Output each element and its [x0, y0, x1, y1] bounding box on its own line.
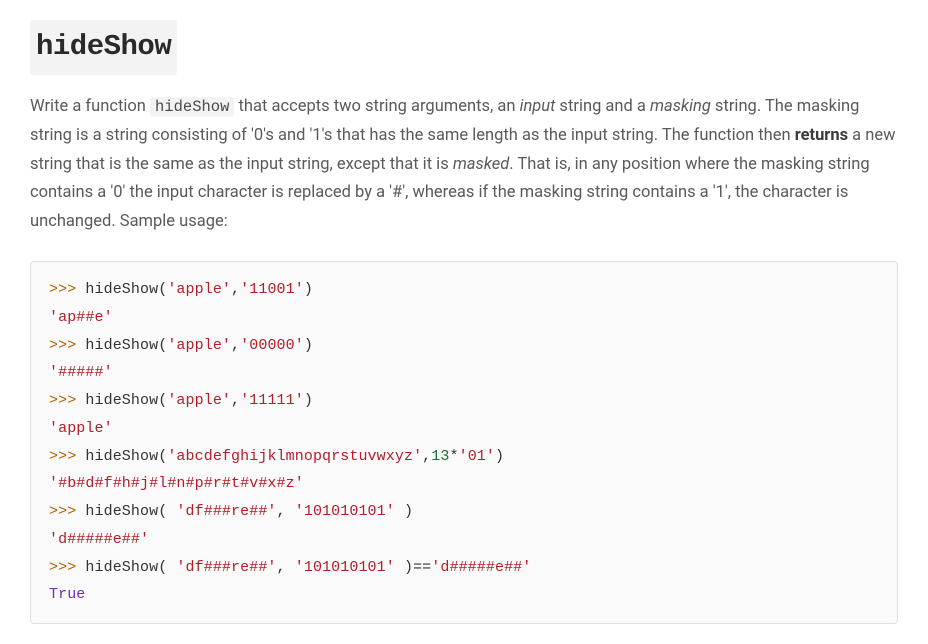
paren: ): [304, 281, 313, 298]
number-literal: 13: [431, 448, 449, 465]
repl-output: '#b#d#f#h#j#l#n#p#r#t#v#x#z': [49, 475, 304, 492]
repl-output: '#####': [49, 364, 113, 381]
strong-returns: returns: [795, 126, 848, 145]
paren: (: [158, 281, 167, 298]
em-masking: masking: [650, 97, 711, 116]
repl-prompt: >>>: [49, 559, 85, 576]
repl-prompt: >>>: [49, 281, 85, 298]
repl-output: 'apple': [49, 420, 113, 437]
repl-prompt: >>>: [49, 337, 85, 354]
string-literal: '11001': [240, 281, 304, 298]
operator: *: [449, 448, 458, 465]
bool-literal: True: [49, 586, 85, 603]
paren: ): [395, 503, 413, 520]
desc-text: that accepts two string arguments, an: [234, 97, 519, 116]
paren: ): [495, 448, 504, 465]
em-masked: masked: [453, 155, 509, 174]
em-input: input: [520, 97, 556, 116]
operator: ==: [413, 559, 431, 576]
repl-prompt: >>>: [49, 392, 85, 409]
string-literal: 'apple': [167, 392, 231, 409]
string-literal: 'apple': [167, 281, 231, 298]
repl-output: 'd#####e##': [49, 531, 149, 548]
string-literal: 'df###re##': [176, 559, 276, 576]
func-name: hideShow: [85, 559, 158, 576]
string-literal: '11111': [240, 392, 304, 409]
func-name: hideShow: [85, 392, 158, 409]
problem-description: Write a function hideShow that accepts t…: [30, 93, 898, 237]
paren: ): [304, 337, 313, 354]
paren: (: [158, 448, 167, 465]
func-name: hideShow: [85, 503, 158, 520]
paren: (: [158, 559, 176, 576]
sample-usage-code: >>> hideShow('apple','11001') 'ap##e' >>…: [30, 261, 898, 624]
inline-code-hideshow: hideShow: [150, 97, 234, 117]
comma: ,: [422, 448, 431, 465]
repl-output: 'ap##e': [49, 309, 113, 326]
paren: ): [395, 559, 413, 576]
string-literal: '101010101': [295, 559, 395, 576]
paren: ): [304, 392, 313, 409]
repl-prompt: >>>: [49, 448, 85, 465]
comma: ,: [231, 281, 240, 298]
desc-text: string and a: [555, 97, 650, 116]
func-name: hideShow: [85, 448, 158, 465]
repl-prompt: >>>: [49, 503, 85, 520]
paren: (: [158, 503, 176, 520]
comma: ,: [277, 559, 295, 576]
page-title: hideShow: [30, 20, 177, 75]
string-literal: 'abcdefghijklmnopqrstuvwxyz': [167, 448, 422, 465]
paren: (: [158, 392, 167, 409]
string-literal: 'd#####e##': [431, 559, 531, 576]
func-name: hideShow: [85, 281, 158, 298]
comma: ,: [231, 337, 240, 354]
string-literal: '01': [459, 448, 495, 465]
string-literal: '101010101': [295, 503, 395, 520]
string-literal: '00000': [240, 337, 304, 354]
string-literal: 'df###re##': [176, 503, 276, 520]
desc-text: Write a function: [30, 97, 150, 116]
func-name: hideShow: [85, 337, 158, 354]
comma: ,: [277, 503, 295, 520]
paren: (: [158, 337, 167, 354]
string-literal: 'apple': [167, 337, 231, 354]
comma: ,: [231, 392, 240, 409]
